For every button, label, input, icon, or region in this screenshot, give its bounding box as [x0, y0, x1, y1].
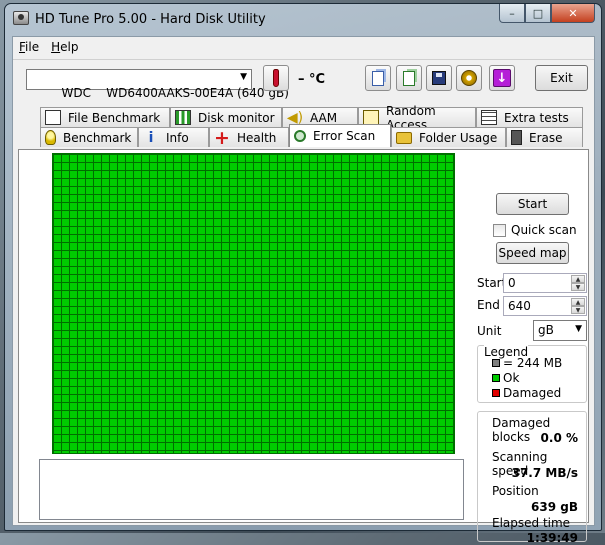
copy-text-button[interactable]: [365, 65, 391, 91]
minimize-button[interactable]: –: [499, 4, 525, 23]
gear-icon: [461, 70, 477, 86]
close-button[interactable]: ✕: [551, 4, 595, 23]
client-area: File Help WDC WD6400AAKS-00E4A (640 gB) …: [12, 36, 595, 545]
legend-box: Legend = 244 MB Ok Damaged: [477, 345, 587, 403]
scan-log-box[interactable]: [39, 459, 464, 520]
magnifier-icon: [294, 130, 306, 142]
start-position-field[interactable]: 0 ▲ ▼: [503, 273, 587, 293]
folder-icon: [396, 131, 412, 144]
disk-monitor-icon: [175, 110, 191, 125]
options-button[interactable]: [456, 65, 482, 91]
unit-label: Unit: [477, 324, 502, 338]
tab-disk-monitor[interactable]: Disk monitor: [170, 107, 282, 127]
hd-tune-app-icon[interactable]: [13, 11, 29, 25]
legend-ok: Ok: [492, 371, 519, 385]
copy-screenshot-button[interactable]: [396, 65, 422, 91]
legend-ok-swatch: [492, 374, 500, 382]
damaged-blocks-value: 0.0 %: [540, 431, 578, 445]
speed-map-button[interactable]: Speed map: [496, 242, 569, 264]
spin-down-icon[interactable]: ▼: [571, 306, 585, 314]
copy-image-icon: [403, 70, 415, 86]
temperature-button[interactable]: [263, 65, 289, 91]
chevron-down-icon: ▼: [575, 324, 582, 334]
quick-scan-option[interactable]: Quick scan: [493, 223, 577, 237]
floppy-disk-icon: [432, 71, 446, 85]
legend-block-swatch: [492, 359, 500, 367]
legend-damaged-swatch: [492, 389, 500, 397]
legend-damaged: Damaged: [492, 386, 561, 400]
unit-select[interactable]: gB ▼: [533, 320, 587, 341]
tab-erase[interactable]: Erase: [506, 127, 583, 147]
maximize-button[interactable]: □: [525, 4, 551, 23]
tab-benchmark[interactable]: Benchmark: [40, 127, 138, 147]
tab-strip: File Benchmark Disk monitor ◀) AAM Rando…: [16, 104, 591, 149]
end-position-value: 640: [508, 299, 531, 313]
trash-icon: [511, 130, 522, 145]
copy-document-icon: [372, 70, 384, 86]
chevron-down-icon: ▼: [240, 72, 247, 82]
error-scan-block-map: [52, 153, 455, 454]
random-access-icon: [363, 110, 379, 125]
exit-button[interactable]: Exit: [535, 65, 588, 91]
end-field-label: End: [477, 298, 500, 312]
menu-bar: File Help: [13, 37, 594, 57]
temperature-readout: – °C: [298, 72, 326, 87]
arrow-down-icon: ↓: [493, 69, 511, 87]
menu-help[interactable]: Help: [45, 37, 84, 57]
tab-file-benchmark[interactable]: File Benchmark: [40, 107, 170, 127]
window-title: HD Tune Pro 5.00 - Hard Disk Utility: [35, 12, 266, 27]
spin-down-icon[interactable]: ▼: [571, 283, 585, 291]
title-bar[interactable]: HD Tune Pro 5.00 - Hard Disk Utility – □…: [5, 4, 601, 34]
menu-file[interactable]: File: [13, 37, 45, 57]
drive-select[interactable]: WDC WD6400AAKS-00E4A (640 gB) ▼: [26, 69, 289, 100]
save-button[interactable]: [426, 65, 452, 91]
bulb-icon: [45, 130, 56, 145]
thermometer-icon: [273, 69, 279, 87]
quick-scan-checkbox[interactable]: [493, 223, 506, 237]
tab-health[interactable]: + Health: [209, 126, 289, 149]
end-position-field[interactable]: 640 ▲ ▼: [503, 296, 587, 316]
window-controls: – □ ✕: [499, 4, 595, 23]
spin-up-icon[interactable]: ▲: [571, 275, 585, 283]
elapsed-time-label: Elapsed time: [492, 516, 571, 530]
quick-scan-label: Quick scan: [511, 223, 577, 237]
toolbar: WDC WD6400AAKS-00E4A (640 gB) ▼ – °C ↓ E…: [13, 59, 594, 100]
position-value: 639 gB: [531, 500, 578, 514]
error-scan-panel: Start Quick scan Speed map Start 0 ▲ ▼ E…: [18, 149, 589, 545]
elapsed-time-value: 1:39:49: [526, 531, 578, 545]
legend-block-size: = 244 MB: [492, 356, 562, 370]
tab-extra-tests[interactable]: Extra tests: [476, 107, 583, 127]
speaker-icon: ◀): [286, 109, 304, 126]
extra-tests-icon: [481, 110, 497, 125]
tab-folder-usage[interactable]: Folder Usage: [391, 127, 506, 147]
start-field-label: Start: [477, 276, 507, 290]
unit-select-value: gB: [538, 323, 554, 337]
tab-error-scan[interactable]: Error Scan: [289, 124, 391, 147]
file-benchmark-icon: [45, 110, 61, 125]
start-position-value: 0: [508, 276, 516, 290]
info-icon: i: [148, 129, 154, 146]
health-plus-icon: +: [214, 126, 230, 149]
minimize-to-tray-button[interactable]: ↓: [489, 65, 515, 91]
drive-select-value: WDC WD6400AAKS-00E4A (640 gB): [61, 86, 289, 100]
spin-up-icon[interactable]: ▲: [571, 298, 585, 306]
start-button[interactable]: Start: [496, 193, 569, 215]
scan-stats-box: Damaged blocks 0.0 % Scanning speed 37.7…: [477, 411, 587, 545]
scanning-speed-value: 37.7 MB/s: [511, 466, 578, 480]
app-window: HD Tune Pro 5.00 - Hard Disk Utility – □…: [4, 3, 602, 545]
position-label: Position: [492, 484, 539, 498]
tab-info[interactable]: i Info: [138, 127, 209, 147]
